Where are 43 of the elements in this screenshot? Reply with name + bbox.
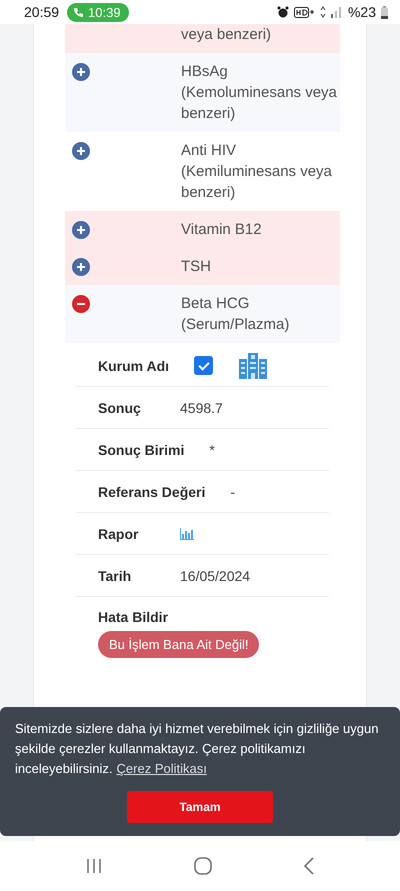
- collapse-icon[interactable]: [72, 295, 90, 313]
- test-row[interactable]: veya benzeri): [65, 24, 340, 53]
- field-label: Sonuç: [98, 400, 142, 416]
- test-name: veya benzeri): [181, 25, 272, 45]
- test-name: Vitamin B12: [181, 220, 263, 240]
- test-name: HBsAg (Kemoluminesans veya benzeri): [181, 62, 338, 124]
- battery-icon: [381, 6, 388, 18]
- test-row[interactable]: Vitamin B12: [65, 211, 340, 248]
- battery-percent: %23: [348, 4, 376, 20]
- test-name: Beta HCG (Serum/Plazma): [181, 294, 290, 335]
- field-value: 16/05/2024: [180, 568, 250, 584]
- field-label: Sonuç Birimi: [98, 442, 184, 458]
- test-row[interactable]: Beta HCG (Serum/Plazma): [65, 285, 340, 343]
- test-row[interactable]: TSH: [65, 248, 340, 285]
- checkbox[interactable]: [194, 356, 214, 375]
- test-name: TSH: [181, 257, 212, 277]
- expand-icon[interactable]: [72, 221, 90, 239]
- expand-icon[interactable]: [72, 63, 90, 81]
- cookie-notice: Sitemizde sizlere daha iyi hizmet verebilmek için gizliliğe uygun şekilde çerezler kullanmaktayız. Çerez politikamızı inceleyebilirsiniz. Çerez Politikası: [15, 720, 380, 778]
- test-name: Anti HIV (Kemiluminesans veya benzeri): [181, 141, 333, 203]
- clock: 20:59: [24, 4, 60, 20]
- cookie-policy-link[interactable]: Çerez Politikası: [116, 761, 207, 776]
- alarm-icon: [276, 6, 289, 18]
- field-label: Tarih: [98, 568, 132, 584]
- field-label: Rapor: [98, 526, 140, 542]
- field-value: -: [230, 484, 236, 500]
- recent-apps-icon[interactable]: [85, 858, 104, 874]
- signal-icon: [318, 6, 343, 18]
- field-value: *: [209, 442, 215, 458]
- hd-icon: [294, 6, 314, 18]
- field-label: Kurum Adı: [98, 358, 170, 374]
- field-label: Referans Değeri: [98, 484, 206, 500]
- accept-button[interactable]: Tamam: [127, 791, 273, 823]
- expand-icon[interactable]: [72, 258, 90, 276]
- not-mine-button[interactable]: Bu İşlem Bana Ait Değil!: [98, 631, 260, 658]
- hospital-building-icon: [239, 352, 268, 378]
- field-value: 4598.7: [180, 400, 223, 416]
- home-icon[interactable]: [194, 857, 212, 875]
- bar-chart-icon[interactable]: [180, 528, 194, 540]
- back-icon[interactable]: [302, 857, 315, 875]
- field-label: Hata Bildir: [98, 609, 168, 625]
- expand-icon[interactable]: [72, 142, 90, 160]
- test-row[interactable]: HBsAg (Kemoluminesans veya benzeri): [65, 53, 340, 132]
